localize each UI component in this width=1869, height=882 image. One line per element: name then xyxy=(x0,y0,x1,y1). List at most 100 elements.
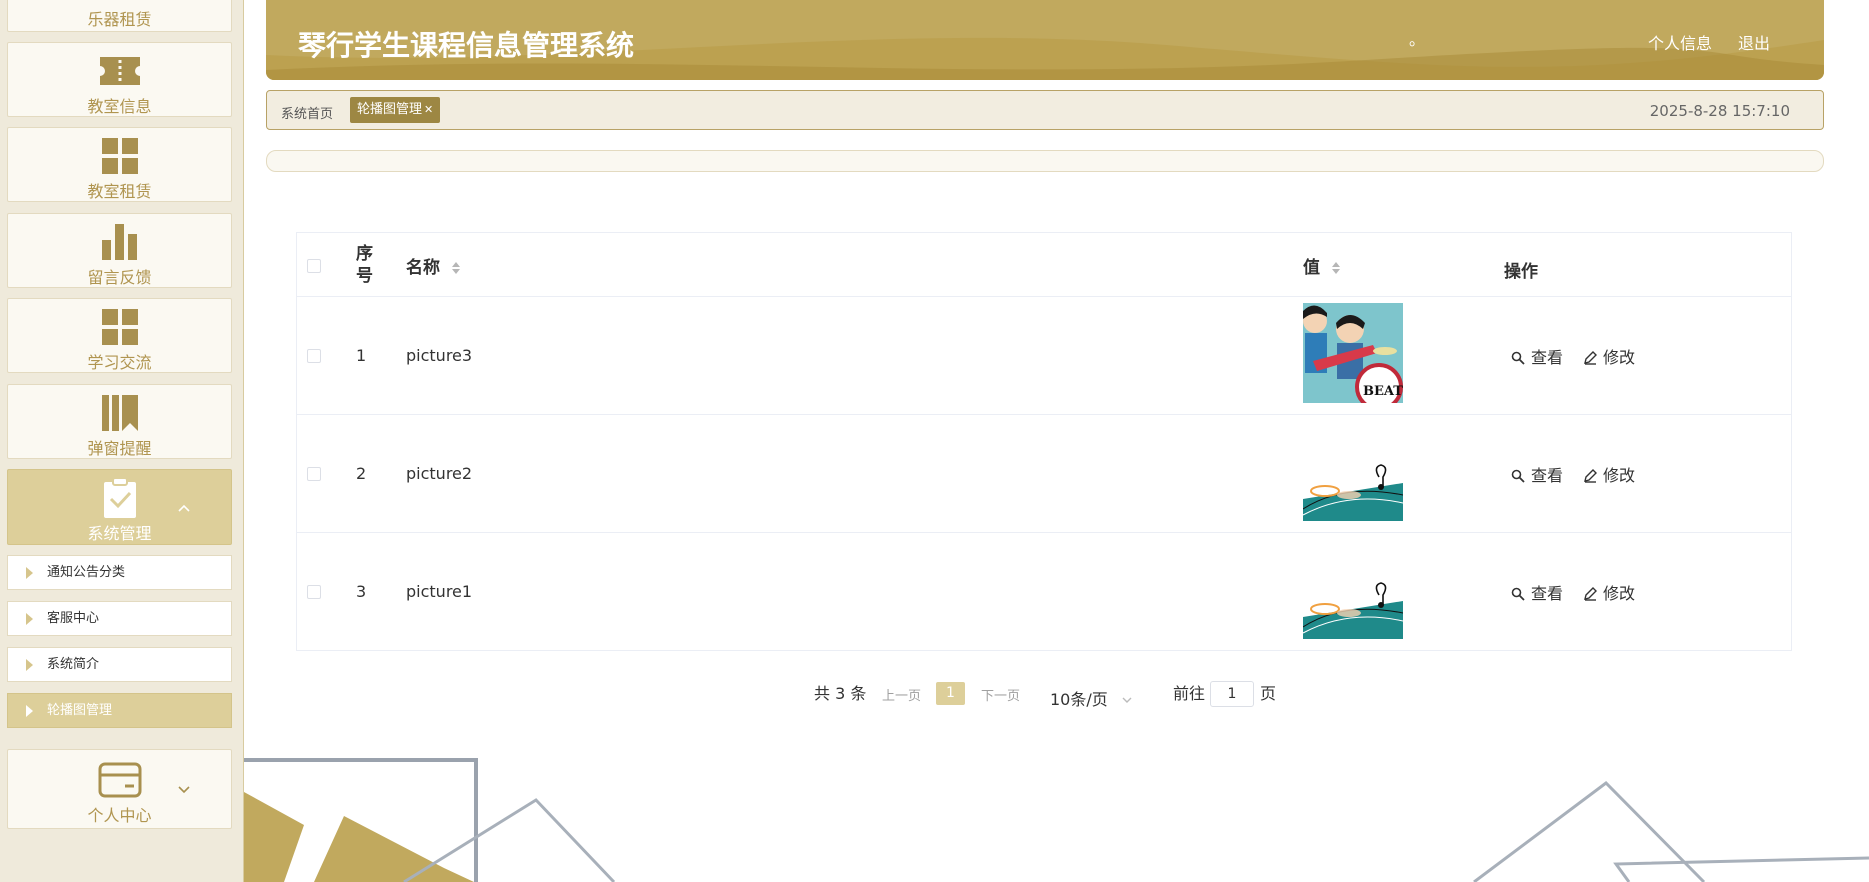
view-button[interactable]: 查看 xyxy=(1511,344,1563,368)
grid-icon xyxy=(101,309,138,345)
sidebar-subitem-customer-service[interactable]: 客服中心 xyxy=(7,601,232,636)
sidebar-subitem-system-intro[interactable]: 系统简介 xyxy=(7,647,232,682)
edit-label: 修改 xyxy=(1603,348,1636,367)
app-title: 琴行学生课程信息管理系统 xyxy=(298,29,635,62)
sidebar: 乐器租赁 教室信息 教室租赁 留言反馈 学习交流 弹窗提醒 系统管理 通知公告分… xyxy=(0,0,244,882)
sidebar-item-study-exchange[interactable]: 学习交流 xyxy=(7,298,232,373)
caret-right-icon xyxy=(26,567,33,579)
cell-image-music xyxy=(1303,539,1403,639)
sidebar-subitem-label: 轮播图管理 xyxy=(47,703,113,718)
view-button[interactable]: 查看 xyxy=(1511,580,1563,604)
edit-button[interactable]: 修改 xyxy=(1583,462,1635,486)
sidebar-item-system-management[interactable]: 系统管理 xyxy=(7,469,232,545)
pagination-prev[interactable]: 上一页 xyxy=(882,685,921,704)
view-label: 查看 xyxy=(1531,466,1564,485)
search-bar xyxy=(266,150,1824,172)
datetime: 2025-8-28 15:7:10 xyxy=(1649,102,1790,120)
row-checkbox[interactable] xyxy=(307,585,321,599)
chevron-down-icon xyxy=(1122,697,1132,703)
edit-icon xyxy=(1584,351,1597,365)
pagination-goto-suffix: 页 xyxy=(1260,684,1277,703)
sidebar-item-instrument-rental[interactable]: 乐器租赁 xyxy=(7,0,232,32)
chevron-down-icon xyxy=(178,786,190,794)
edit-button[interactable]: 修改 xyxy=(1583,344,1635,368)
select-all-checkbox[interactable] xyxy=(307,259,321,273)
view-label: 查看 xyxy=(1531,348,1564,367)
table-row: 2 picture2 查看 修改 xyxy=(297,415,1791,533)
sidebar-item-label: 个人中心 xyxy=(87,806,152,825)
sidebar-item-classroom-info[interactable]: 教室信息 xyxy=(7,42,232,117)
ticket-icon xyxy=(99,57,140,85)
bar-chart-icon xyxy=(101,224,137,260)
page-size-value: 10条/页 xyxy=(1050,690,1108,709)
cell-index: 2 xyxy=(356,464,367,483)
sidebar-item-label: 留言反馈 xyxy=(87,268,152,287)
sort-icon[interactable] xyxy=(451,262,460,274)
column-header-actions: 操作 xyxy=(1504,262,1538,282)
table-header: 序 号 名称 值 操作 xyxy=(297,233,1791,297)
sidebar-item-label: 教室租赁 xyxy=(87,182,152,201)
sidebar-item-feedback[interactable]: 留言反馈 xyxy=(7,213,232,288)
sidebar-subitem-carousel-management[interactable]: 轮播图管理 xyxy=(7,693,232,728)
close-icon[interactable]: ✕ xyxy=(424,103,433,116)
logout-link[interactable]: 退出 xyxy=(1738,30,1770,54)
clipboard-check-icon xyxy=(103,478,136,518)
cell-name: picture1 xyxy=(406,582,473,601)
pagination-goto-label: 前往 xyxy=(1173,684,1206,703)
edit-label: 修改 xyxy=(1603,584,1636,603)
pagination-page-current[interactable]: 1 xyxy=(936,682,965,705)
sort-icon[interactable] xyxy=(1331,262,1340,274)
sidebar-item-label: 学习交流 xyxy=(87,353,152,372)
breadcrumb: 系统首页 轮播图管理 ✕ 2025-8-28 15:7:10 xyxy=(266,90,1824,130)
sidebar-item-label: 乐器租赁 xyxy=(87,10,152,29)
column-header-value[interactable]: 值 xyxy=(1303,253,1340,278)
table-row: 1 picture3 BEATLES 查看 修改 xyxy=(297,297,1791,415)
caret-right-icon xyxy=(26,613,33,625)
tab-label: 轮播图管理 xyxy=(357,102,423,117)
svg-text:BEATLES: BEATLES xyxy=(1363,384,1403,399)
view-button[interactable]: 查看 xyxy=(1511,462,1563,486)
sidebar-subitem-label: 通知公告分类 xyxy=(47,565,126,580)
pagination-next[interactable]: 下一页 xyxy=(981,685,1020,704)
tab-carousel-management[interactable]: 轮播图管理 ✕ xyxy=(350,97,441,123)
column-header-index-line: 序 xyxy=(356,244,373,264)
profile-link[interactable]: 个人信息 xyxy=(1648,30,1712,54)
header-dot: 。 xyxy=(1409,30,1426,49)
top-header: 琴行学生课程信息管理系统 。 个人信息 退出 xyxy=(266,0,1824,80)
cell-index: 1 xyxy=(356,346,367,365)
caret-right-icon xyxy=(26,705,33,717)
pagination-goto-input[interactable] xyxy=(1210,681,1254,707)
column-header-index-line: 号 xyxy=(356,266,373,286)
sidebar-item-label: 弹窗提醒 xyxy=(87,439,152,458)
cell-index: 3 xyxy=(356,582,367,601)
edit-button[interactable]: 修改 xyxy=(1583,580,1635,604)
view-label: 查看 xyxy=(1531,584,1564,603)
caret-right-icon xyxy=(26,659,33,671)
cell-name: picture2 xyxy=(406,464,473,483)
sidebar-subitem-notice-category[interactable]: 通知公告分类 xyxy=(7,555,232,590)
sidebar-item-popup-reminder[interactable]: 弹窗提醒 xyxy=(7,384,232,459)
row-checkbox[interactable] xyxy=(307,467,321,481)
pagination-total: 共 3 条 xyxy=(814,684,867,703)
edit-icon xyxy=(1584,587,1597,601)
sidebar-item-classroom-rental[interactable]: 教室租赁 xyxy=(7,127,232,202)
column-header-label: 值 xyxy=(1303,258,1320,278)
row-checkbox[interactable] xyxy=(307,349,321,363)
search-icon xyxy=(1511,469,1525,483)
search-icon xyxy=(1511,587,1525,601)
grid-icon xyxy=(101,138,138,174)
sidebar-item-label: 教室信息 xyxy=(87,97,152,116)
column-header-name[interactable]: 名称 xyxy=(406,253,460,278)
sidebar-item-label: 系统管理 xyxy=(87,524,152,543)
sidebar-subitem-label: 客服中心 xyxy=(47,611,100,626)
cell-image-beatles: BEATLES xyxy=(1303,303,1403,403)
page-size-select[interactable]: 10条/页 xyxy=(1050,686,1133,710)
cell-image-music xyxy=(1303,421,1403,521)
sidebar-item-personal-center[interactable]: 个人中心 xyxy=(7,749,232,829)
edit-icon xyxy=(1584,469,1597,483)
column-header-index: 序 号 xyxy=(356,243,373,287)
breadcrumb-home[interactable]: 系统首页 xyxy=(281,103,333,122)
column-header-label: 名称 xyxy=(406,258,440,278)
wallet-icon xyxy=(98,762,141,798)
sidebar-subitem-label: 系统简介 xyxy=(47,657,100,672)
